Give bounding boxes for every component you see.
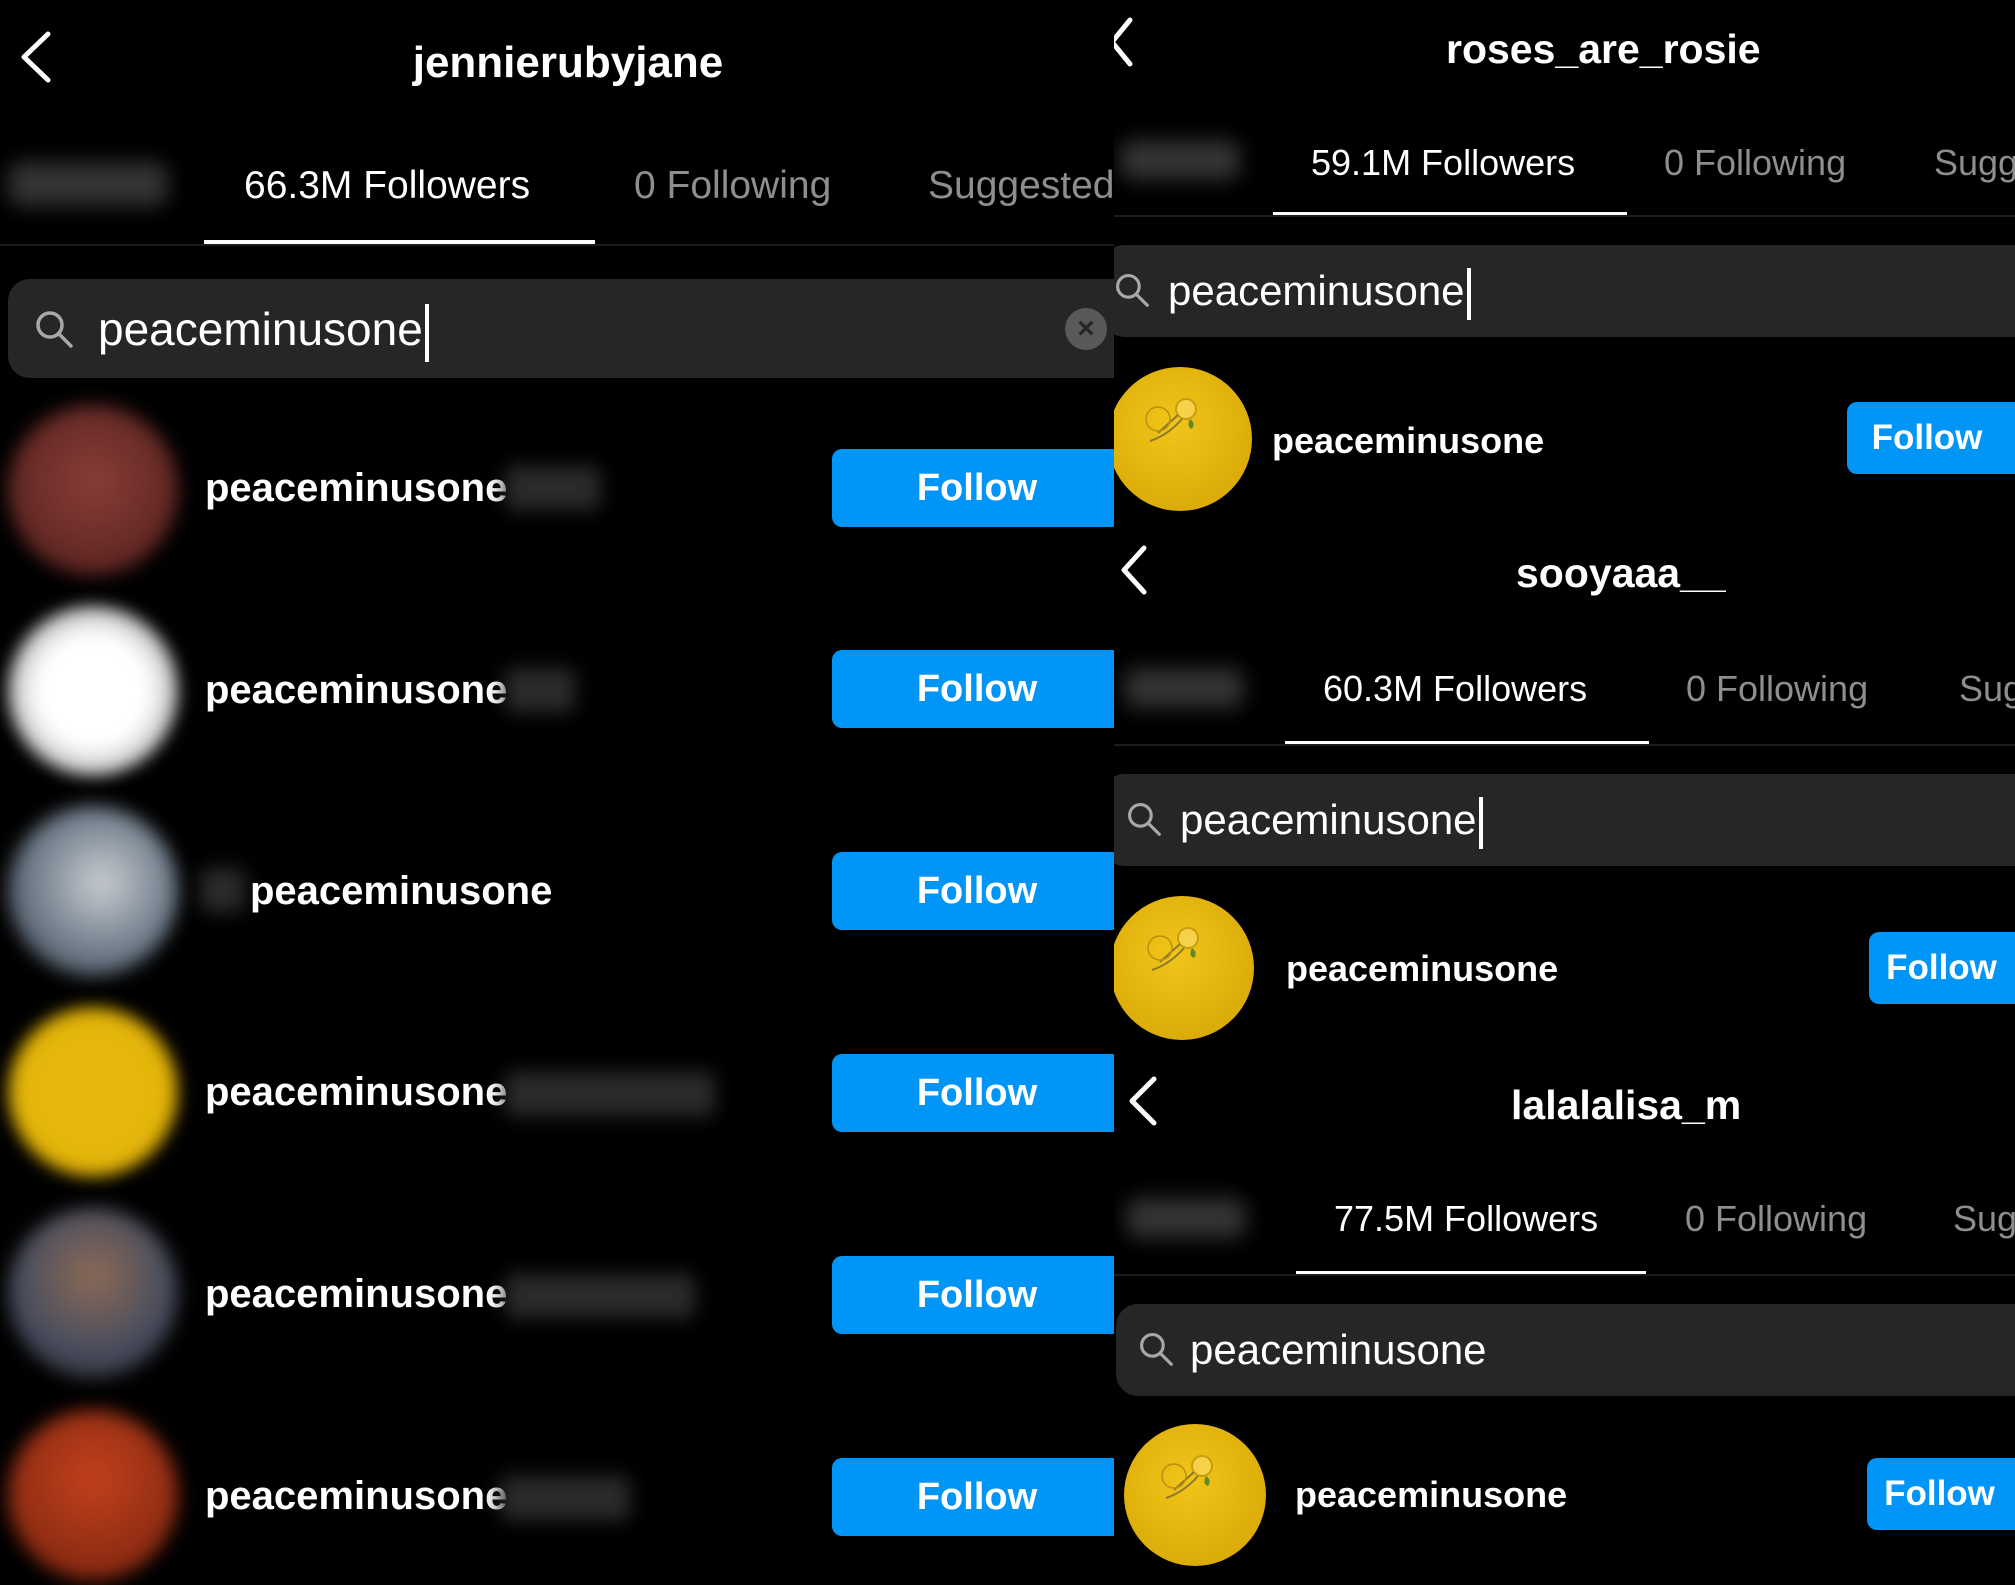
follow-button[interactable]: Follow [832, 1256, 1114, 1334]
result-username: peaceminusone [205, 668, 508, 712]
avatar-blurred [8, 405, 178, 575]
result-username: peaceminusone [205, 1474, 508, 1518]
avatar [1124, 1424, 1266, 1566]
search-icon [1138, 1331, 1174, 1372]
profile-title: roses_are_rosie [1446, 26, 1761, 72]
follow-button[interactable]: Follow [832, 852, 1114, 930]
tab-divider [1114, 744, 2015, 746]
tab-mutual-blurred[interactable] [1124, 668, 1244, 708]
search-bar[interactable]: peaceminusone [1114, 245, 2015, 337]
tab-divider [1114, 215, 2015, 217]
profile-title: lalalalisa_m [1511, 1082, 1742, 1128]
result-username: peaceminusone [205, 466, 508, 510]
avatar-blurred [8, 806, 178, 976]
panel-jennierubyjane: jennierubyjane 66.3M Followers 0 Followi… [0, 0, 1114, 1585]
clear-icon[interactable]: × [1065, 308, 1107, 350]
follow-button[interactable]: Follow [832, 1054, 1114, 1132]
back-chevron-icon[interactable] [1120, 544, 1150, 596]
text-caret [424, 303, 429, 362]
follow-button[interactable]: Follow [832, 650, 1114, 728]
follow-button[interactable]: Follow [832, 1458, 1114, 1536]
result-username: peaceminusone [205, 1272, 508, 1316]
rose-image [1161, 1455, 1213, 1499]
rose-image [1147, 927, 1199, 971]
follow-button[interactable]: Follow [1847, 402, 2015, 474]
username-suffix-blurred [505, 1274, 695, 1318]
tab-suggested[interactable]: Sug [1953, 1198, 2015, 1240]
username-suffix-blurred [505, 1072, 715, 1116]
search-icon [1114, 272, 1150, 313]
avatar-blurred [8, 1007, 178, 1177]
tab-following[interactable]: 0 Following [1664, 142, 1846, 184]
panel-roses-are-rosie: roses_are_rosie 59.1M Followers 0 Follow… [1114, 0, 2015, 530]
tab-mutual-blurred[interactable] [1126, 1198, 1246, 1238]
avatar [1114, 367, 1252, 511]
text-caret [1478, 796, 1483, 849]
search-input[interactable]: peaceminusone [1180, 794, 1483, 849]
panel-sooyaaa: sooyaaa__ 60.3M Followers 0 Following Su… [1114, 530, 2015, 1058]
follow-button[interactable]: Follow [1867, 1458, 2015, 1530]
tab-mutual-blurred[interactable] [8, 162, 168, 206]
text-caret [1466, 267, 1471, 320]
follow-button[interactable]: Follow [832, 449, 1114, 527]
username-suffix-blurred [500, 1476, 630, 1520]
tab-following[interactable]: 0 Following [1685, 1198, 1867, 1240]
result-username: peaceminusone [205, 1070, 508, 1114]
follow-button[interactable]: Follow [1869, 932, 2015, 1004]
search-bar[interactable]: peaceminusone [1116, 1304, 2015, 1396]
search-bar[interactable]: peaceminusone × [8, 279, 1114, 378]
username-suffix-blurred [505, 466, 600, 510]
search-icon [34, 309, 74, 354]
result-username: peaceminusone [1272, 420, 1545, 461]
search-icon [1126, 801, 1162, 842]
tab-followers[interactable]: 60.3M Followers [1323, 668, 1587, 710]
tab-followers[interactable]: 77.5M Followers [1334, 1198, 1598, 1240]
search-input[interactable]: peaceminusone [1168, 265, 1471, 320]
search-value: peaceminusone [1180, 796, 1477, 843]
tab-suggested[interactable]: Suggested [928, 164, 1114, 208]
search-value: peaceminusone [98, 303, 423, 355]
tab-following[interactable]: 0 Following [634, 164, 831, 208]
username-prefix-blurred [200, 868, 245, 912]
result-username: peaceminusone [1286, 948, 1559, 989]
tab-suggested[interactable]: Sug [1959, 668, 2015, 710]
search-value: peaceminusone [1190, 1326, 1487, 1373]
profile-title: jennierubyjane [412, 38, 724, 87]
rose-image [1145, 398, 1197, 442]
tab-mutual-blurred[interactable] [1120, 140, 1240, 180]
panel-lalalalisa-m: lalalalisa_m 77.5M Followers 0 Following… [1114, 1058, 2015, 1585]
avatar-blurred [8, 1208, 178, 1378]
back-chevron-icon[interactable] [1128, 1075, 1160, 1127]
tab-followers[interactable]: 66.3M Followers [244, 164, 530, 208]
avatar [1114, 896, 1254, 1040]
search-input[interactable]: peaceminusone [98, 301, 429, 362]
tab-suggested[interactable]: Sugg [1934, 142, 2015, 184]
profile-title: sooyaaa__ [1516, 550, 1726, 596]
tab-divider [0, 244, 1114, 246]
search-bar[interactable]: peaceminusone [1114, 774, 2015, 866]
search-value: peaceminusone [1168, 267, 1465, 314]
result-username: peaceminusone [250, 869, 553, 913]
avatar-blurred [8, 606, 178, 776]
tab-following[interactable]: 0 Following [1686, 668, 1868, 710]
avatar-blurred [8, 1410, 178, 1580]
back-chevron-icon[interactable] [1114, 16, 1136, 68]
result-username: peaceminusone [1295, 1474, 1568, 1515]
tab-divider [1114, 1274, 2015, 1276]
tab-followers[interactable]: 59.1M Followers [1311, 142, 1575, 184]
search-input[interactable]: peaceminusone [1190, 1324, 1487, 1376]
username-suffix-blurred [505, 668, 575, 712]
